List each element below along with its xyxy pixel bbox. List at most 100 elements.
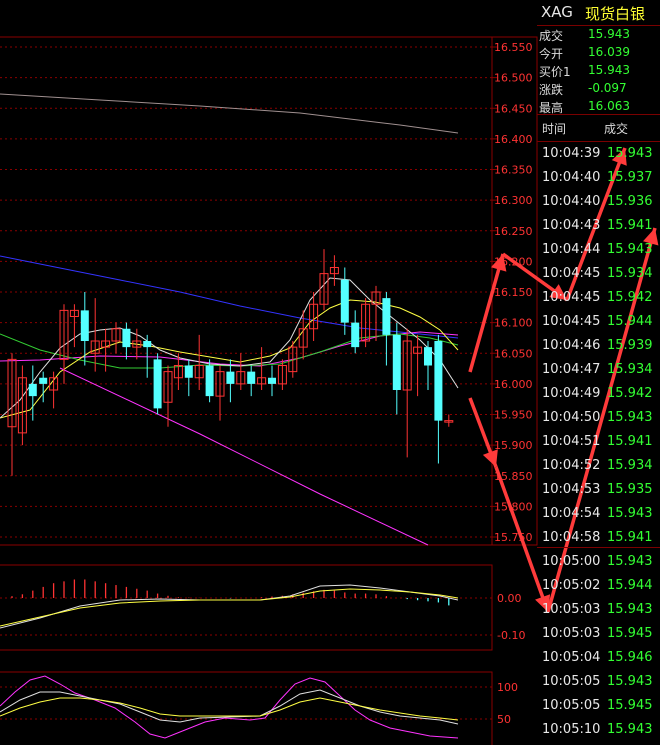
price-tick-label: 16.050 (494, 347, 533, 360)
candle-body (340, 279, 349, 323)
tick-row[interactable]: 10:05:05 15.945 (537, 694, 660, 718)
tick-row[interactable]: 10:04:43 15.941 (537, 214, 660, 238)
price-tick-label: 15.750 (494, 531, 533, 544)
tick-price: 15.941 (607, 434, 653, 449)
tick-price: 15.934 (607, 458, 653, 473)
candle-body (39, 377, 48, 384)
tick-time: 10:04:49 (542, 386, 601, 401)
kdj-tick-label: 100 (497, 681, 518, 694)
quote-label: 今开 (539, 47, 564, 61)
tick-price: 15.943 (607, 554, 653, 569)
price-tick-label: 15.900 (494, 439, 533, 452)
tick-time: 10:04:53 (542, 482, 601, 497)
candle-body (226, 371, 235, 384)
tick-price: 15.942 (607, 386, 653, 401)
tick-row[interactable]: 10:04:40 15.937 (537, 166, 660, 190)
price-tick-label: 15.950 (494, 409, 533, 422)
tick-row[interactable]: 10:05:02 15.944 (537, 574, 660, 598)
tick-time: 10:04:46 (542, 338, 601, 353)
tick-price: 15.943 (607, 410, 653, 425)
tick-time: 10:04:39 (542, 146, 601, 161)
tick-row[interactable]: 10:04:51 15.941 (537, 430, 660, 454)
tick-price: 15.943 (607, 722, 653, 737)
candle-body (392, 334, 401, 390)
price-tick-label: 16.250 (494, 225, 533, 238)
tick-row[interactable]: 10:04:49 15.942 (537, 382, 660, 406)
tick-row[interactable]: 10:05:00 15.943 (537, 550, 660, 574)
tick-row[interactable]: 10:04:39 15.943 (537, 142, 660, 166)
quote-value: -0.097 (588, 81, 627, 95)
tick-row[interactable]: 10:04:50 15.943 (537, 406, 660, 430)
quote-value: 15.943 (588, 27, 630, 41)
tick-row[interactable]: 10:04:40 15.936 (537, 190, 660, 214)
tick-row[interactable]: 10:04:52 15.934 (537, 454, 660, 478)
candle-body (122, 328, 131, 348)
candle-body (184, 365, 193, 378)
tick-row[interactable]: 10:04:44 15.943 (537, 238, 660, 262)
candlestick-panel: 16.550 16.500 16.450 16.400 16.350 16.300 16.2… (0, 36, 538, 546)
tick-price: 15.934 (607, 266, 653, 281)
tick-time: 10:04:52 (542, 458, 601, 473)
tick-list-header: 时间 成交 (537, 114, 660, 142)
tick-price: 15.934 (607, 362, 653, 377)
price-tick-label: 16.550 (494, 41, 533, 54)
quote-row: 买价1 15.943 (537, 62, 660, 80)
tick-price: 15.945 (607, 626, 653, 641)
candle-body (382, 298, 391, 335)
instrument-code: XAG (541, 3, 573, 21)
tick-row[interactable]: 10:05:05 15.943 (537, 670, 660, 694)
price-tick-label: 16.000 (494, 378, 533, 391)
candle-body (351, 322, 360, 348)
tick-price: 15.943 (607, 242, 653, 257)
tick-row[interactable]: 10:04:45 15.934 (537, 262, 660, 286)
tick-separator (537, 547, 660, 548)
tick-time-header: 时间 (542, 122, 567, 136)
tick-row[interactable]: 10:04:47 15.934 (537, 358, 660, 382)
macd-tick-label: 0.00 (497, 592, 522, 605)
tick-time: 10:04:47 (542, 362, 601, 377)
tick-row[interactable]: 10:04:46 15.939 (537, 334, 660, 358)
tick-row[interactable]: 10:04:45 15.942 (537, 286, 660, 310)
quote-value: 15.943 (588, 63, 630, 77)
candle-body (205, 365, 214, 397)
tick-row[interactable]: 10:05:04 15.946 (537, 646, 660, 670)
quote-label: 买价1 (539, 65, 571, 79)
tick-time: 10:04:54 (542, 506, 601, 521)
tick-price: 15.942 (607, 290, 653, 305)
tick-time: 10:04:58 (542, 530, 601, 545)
tick-row[interactable]: 10:05:03 15.945 (537, 622, 660, 646)
tick-time: 10:05:00 (542, 554, 601, 569)
tick-row[interactable]: 10:04:53 15.935 (537, 478, 660, 502)
candle-body (424, 347, 432, 366)
instrument-name: 现货白银 (585, 5, 646, 23)
tick-price: 15.941 (607, 218, 653, 233)
ma-magenta-line (0, 331, 459, 367)
tick-time: 10:05:03 (542, 602, 601, 617)
tick-row[interactable]: 10:05:03 15.943 (537, 598, 660, 622)
quote-label: 成交 (539, 29, 564, 43)
candle-body (143, 341, 152, 348)
tick-price: 15.943 (607, 674, 653, 689)
kdj-k-line (0, 689, 459, 725)
tick-price: 15.935 (607, 482, 653, 497)
kdj-tick-label: 50 (497, 713, 511, 726)
tick-time: 10:04:44 (542, 242, 601, 257)
kdj-j-line (0, 675, 459, 739)
tick-price: 15.946 (607, 650, 653, 665)
tick-time: 10:04:45 (542, 290, 601, 305)
price-tick-label: 16.350 (494, 164, 533, 177)
price-tick-label: 16.150 (494, 286, 533, 299)
tick-price: 15.937 (607, 170, 653, 185)
tick-row[interactable]: 10:05:10 15.943 (537, 718, 660, 742)
quote-row: 涨跌 -0.097 (537, 80, 660, 98)
tick-row[interactable]: 10:04:45 15.944 (537, 310, 660, 334)
price-tick-label: 16.300 (494, 194, 533, 207)
tick-price: 15.943 (607, 602, 653, 617)
candle-body (80, 310, 89, 341)
candle-body (268, 377, 276, 384)
price-tick-label: 16.100 (494, 317, 533, 330)
macd-dif-line (0, 584, 459, 629)
tick-time: 10:05:05 (542, 674, 601, 689)
tick-row[interactable]: 10:04:54 15.943 (537, 502, 660, 526)
tick-price: 15.943 (607, 506, 653, 521)
